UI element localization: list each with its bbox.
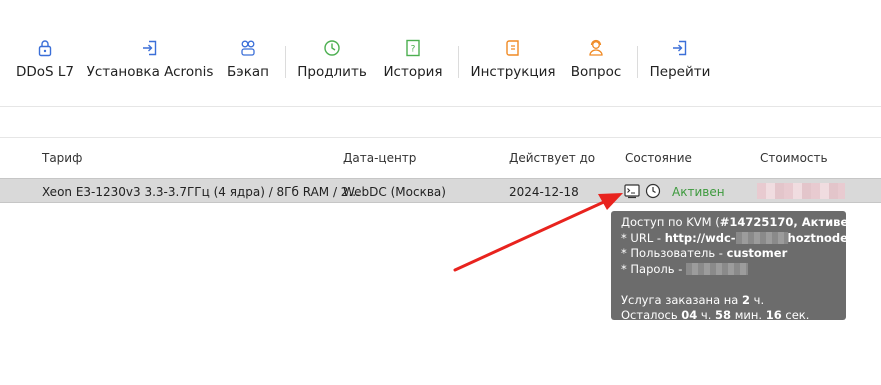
tooltip-remaining-line: Осталось 04 ч. 58 мин. 16 сек. bbox=[621, 308, 810, 322]
toolbar-separator bbox=[285, 46, 286, 78]
table-row[interactable]: Xeon E3-1230v3 3.3-3.7ГГц (4 ядра) / 8Гб… bbox=[0, 178, 881, 203]
manual-button[interactable]: Инструкция bbox=[470, 38, 556, 88]
tooltip-kvm-line: Доступ по KVM (#14725170, Активен) bbox=[621, 215, 861, 229]
backup-label: Бэкап bbox=[227, 64, 269, 80]
column-header-cost[interactable]: Стоимость bbox=[760, 151, 828, 165]
login-icon bbox=[143, 40, 157, 56]
toolbar-separator bbox=[458, 46, 459, 78]
question-label: Вопрос bbox=[570, 64, 622, 80]
cell-tariff: Xeon E3-1230v3 3.3-3.7ГГц (4 ядра) / 8Гб… bbox=[42, 185, 360, 199]
tooltip-ordered-line: Услуга заказана на 2 ч. bbox=[621, 292, 765, 307]
tooltip-password-line: * Пароль - bbox=[621, 262, 838, 278]
goto-label: Перейти bbox=[649, 64, 711, 80]
install-acronis-button[interactable]: Установка Acronis bbox=[87, 38, 213, 88]
support-icon bbox=[589, 39, 603, 56]
kvm-access-tooltip: Доступ по KVM (#14725170, Активен) * URL… bbox=[611, 211, 874, 322]
question-button[interactable]: Вопрос bbox=[570, 38, 622, 88]
manual-label: Инструкция bbox=[470, 64, 556, 80]
history-label: История bbox=[383, 64, 443, 80]
renew-button[interactable]: Продлить bbox=[297, 38, 367, 88]
history-button[interactable]: ? История bbox=[383, 38, 443, 88]
tooltip-url-line: * URL - http://wdc-hoztnode.net bbox=[621, 230, 874, 245]
clock-icon bbox=[324, 40, 340, 56]
cell-datacenter: WebDC (Москва) bbox=[343, 185, 446, 199]
column-header-status[interactable]: Состояние bbox=[625, 151, 692, 165]
redacted-host bbox=[735, 231, 788, 244]
cell-valid-until: 2024-12-18 bbox=[509, 185, 579, 199]
renew-label: Продлить bbox=[297, 64, 367, 80]
manual-icon bbox=[506, 40, 519, 56]
install-acronis-label: Установка Acronis bbox=[86, 64, 214, 80]
column-header-datacenter[interactable]: Дата-центр bbox=[343, 151, 416, 165]
ddos-l7-label: DDoS L7 bbox=[15, 64, 75, 80]
status-badge: Активен bbox=[672, 185, 725, 199]
kvm-console-icon[interactable] bbox=[624, 183, 640, 199]
toolbar-separator bbox=[637, 46, 638, 78]
goto-button[interactable]: Перейти bbox=[650, 38, 710, 88]
history-icon: ? bbox=[406, 39, 420, 57]
ddos-l7-button[interactable]: DDoS L7 bbox=[16, 38, 74, 88]
filter-divider bbox=[0, 137, 881, 138]
column-header-valid-until[interactable]: Действует до bbox=[509, 151, 595, 165]
column-header-tariff[interactable]: Тариф bbox=[42, 151, 82, 165]
toolbar: DDoS L7 Установка Acronis Бэкап Продлить… bbox=[0, 0, 881, 105]
redacted-password bbox=[686, 262, 749, 275]
lock-icon bbox=[38, 40, 52, 57]
cost-value-redacted bbox=[757, 183, 845, 199]
toolbar-divider bbox=[0, 106, 881, 107]
svg-text:?: ? bbox=[411, 45, 416, 55]
backup-icon bbox=[241, 40, 255, 56]
backup-button[interactable]: Бэкап bbox=[226, 38, 270, 88]
clock-icon[interactable] bbox=[645, 183, 661, 199]
goto-icon bbox=[673, 40, 687, 56]
tooltip-user-line: * Пользователь - customer bbox=[621, 246, 788, 260]
